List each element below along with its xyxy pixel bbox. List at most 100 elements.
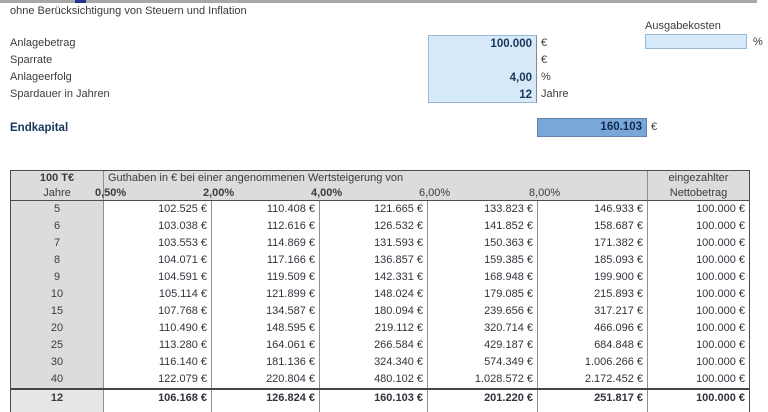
value-cell[interactable]: 100.000 € [648, 390, 749, 412]
value-cell[interactable]: 103.553 € [104, 235, 212, 252]
value-cell[interactable]: 100.000 € [648, 286, 749, 303]
value-cell[interactable]: 158.687 € [538, 218, 648, 235]
label-spardauer: Spardauer in Jahren [10, 86, 110, 103]
table-row: 10105.114 €121.899 €148.024 €179.085 €21… [11, 286, 749, 303]
value-cell[interactable]: 122.079 € [104, 371, 212, 388]
input-labels: Anlagebetrag Sparrate Anlageerfolg Spard… [10, 35, 110, 103]
value-cell[interactable]: 100.000 € [648, 354, 749, 371]
value-cell[interactable]: 179.085 € [428, 286, 538, 303]
value-cell[interactable]: 160.103 € [320, 390, 428, 412]
year-cell[interactable]: 9 [11, 269, 104, 286]
value-cell[interactable]: 113.280 € [104, 337, 212, 354]
value-cell[interactable]: 126.824 € [212, 390, 320, 412]
value-cell[interactable]: 220.804 € [212, 371, 320, 388]
sparrate-input[interactable] [429, 53, 536, 70]
year-cell[interactable]: 15 [11, 303, 104, 320]
value-cell[interactable]: 107.768 € [104, 303, 212, 320]
value-cell[interactable]: 215.893 € [538, 286, 648, 303]
unit-jahre: Jahre [541, 86, 569, 103]
anlageerfolg-input[interactable]: 4,00 [429, 70, 536, 87]
value-cell[interactable]: 219.112 € [320, 320, 428, 337]
value-cell[interactable]: 164.061 € [212, 337, 320, 354]
value-cell[interactable]: 112.616 € [212, 218, 320, 235]
value-cell[interactable]: 131.593 € [320, 235, 428, 252]
value-cell[interactable]: 1.028.572 € [428, 371, 538, 388]
year-cell[interactable]: 25 [11, 337, 104, 354]
value-cell[interactable]: 266.584 € [320, 337, 428, 354]
table-body: 5102.525 €110.408 €121.665 €133.823 €146… [11, 201, 749, 412]
value-cell[interactable]: 684.848 € [538, 337, 648, 354]
endkapital-result-cell[interactable]: 160.103 [537, 118, 647, 137]
value-cell[interactable]: 141.852 € [428, 218, 538, 235]
value-cell[interactable]: 103.038 € [104, 218, 212, 235]
value-cell[interactable]: 117.166 € [212, 252, 320, 269]
value-cell[interactable]: 148.595 € [212, 320, 320, 337]
value-cell[interactable]: 104.071 € [104, 252, 212, 269]
value-cell[interactable]: 133.823 € [428, 201, 538, 218]
ausgabekosten-input[interactable] [645, 34, 747, 49]
value-cell[interactable]: 121.899 € [212, 286, 320, 303]
year-cell[interactable]: 20 [11, 320, 104, 337]
span-header-cell: Guthaben in € bei einer angenommenen Wer… [104, 171, 648, 186]
value-cell[interactable]: 317.217 € [538, 303, 648, 320]
value-cell[interactable]: 100.000 € [648, 371, 749, 388]
year-cell[interactable]: 10 [11, 286, 104, 303]
table-row: 6103.038 €112.616 €126.532 €141.852 €158… [11, 218, 749, 235]
value-cell[interactable]: 185.093 € [538, 252, 648, 269]
table-row: 15107.768 €134.587 €180.094 €239.656 €31… [11, 303, 749, 320]
value-cell[interactable]: 100.000 € [648, 218, 749, 235]
year-cell[interactable]: 7 [11, 235, 104, 252]
value-cell[interactable]: 574.349 € [428, 354, 538, 371]
value-cell[interactable]: 171.382 € [538, 235, 648, 252]
value-cell[interactable]: 106.168 € [104, 390, 212, 412]
value-cell[interactable]: 102.525 € [104, 201, 212, 218]
year-cell[interactable]: 40 [11, 371, 104, 388]
value-cell[interactable]: 168.948 € [428, 269, 538, 286]
table-row: 25113.280 €164.061 €266.584 €429.187 €68… [11, 337, 749, 354]
value-cell[interactable]: 100.000 € [648, 252, 749, 269]
value-cell[interactable]: 100.000 € [648, 269, 749, 286]
value-cell[interactable]: 480.102 € [320, 371, 428, 388]
year-cell[interactable]: 6 [11, 218, 104, 235]
value-cell[interactable]: 114.869 € [212, 235, 320, 252]
value-cell[interactable]: 105.114 € [104, 286, 212, 303]
value-cell[interactable]: 150.363 € [428, 235, 538, 252]
value-cell[interactable]: 104.591 € [104, 269, 212, 286]
anlagebetrag-input[interactable]: 100.000 [429, 36, 536, 53]
value-cell[interactable]: 320.714 € [428, 320, 538, 337]
spardauer-input[interactable]: 12 [429, 87, 536, 104]
value-cell[interactable]: 126.532 € [320, 218, 428, 235]
value-cell[interactable]: 121.665 € [320, 201, 428, 218]
value-cell[interactable]: 134.587 € [212, 303, 320, 320]
value-cell[interactable]: 119.509 € [212, 269, 320, 286]
value-cell[interactable]: 429.187 € [428, 337, 538, 354]
value-cell[interactable]: 136.857 € [320, 252, 428, 269]
value-cell[interactable]: 142.331 € [320, 269, 428, 286]
label-ausgabekosten: Ausgabekosten [645, 20, 721, 32]
value-cell[interactable]: 466.096 € [538, 320, 648, 337]
value-cell[interactable]: 110.408 € [212, 201, 320, 218]
value-cell[interactable]: 100.000 € [648, 235, 749, 252]
value-cell[interactable]: 116.140 € [104, 354, 212, 371]
value-cell[interactable]: 159.385 € [428, 252, 538, 269]
value-cell[interactable]: 100.000 € [648, 201, 749, 218]
value-cell[interactable]: 146.933 € [538, 201, 648, 218]
value-cell[interactable]: 1.006.266 € [538, 354, 648, 371]
value-cell[interactable]: 110.490 € [104, 320, 212, 337]
value-cell[interactable]: 148.024 € [320, 286, 428, 303]
value-cell[interactable]: 100.000 € [648, 320, 749, 337]
value-cell[interactable]: 100.000 € [648, 303, 749, 320]
value-cell[interactable]: 239.656 € [428, 303, 538, 320]
year-cell[interactable]: 30 [11, 354, 104, 371]
year-cell[interactable]: 5 [11, 201, 104, 218]
value-cell[interactable]: 181.136 € [212, 354, 320, 371]
year-cell[interactable]: 8 [11, 252, 104, 269]
value-cell[interactable]: 324.340 € [320, 354, 428, 371]
value-cell[interactable]: 251.817 € [538, 390, 648, 412]
value-cell[interactable]: 180.094 € [320, 303, 428, 320]
value-cell[interactable]: 199.900 € [538, 269, 648, 286]
year-cell[interactable]: 12 [11, 390, 104, 412]
value-cell[interactable]: 2.172.452 € [538, 371, 648, 388]
value-cell[interactable]: 100.000 € [648, 337, 749, 354]
value-cell[interactable]: 201.220 € [428, 390, 538, 412]
